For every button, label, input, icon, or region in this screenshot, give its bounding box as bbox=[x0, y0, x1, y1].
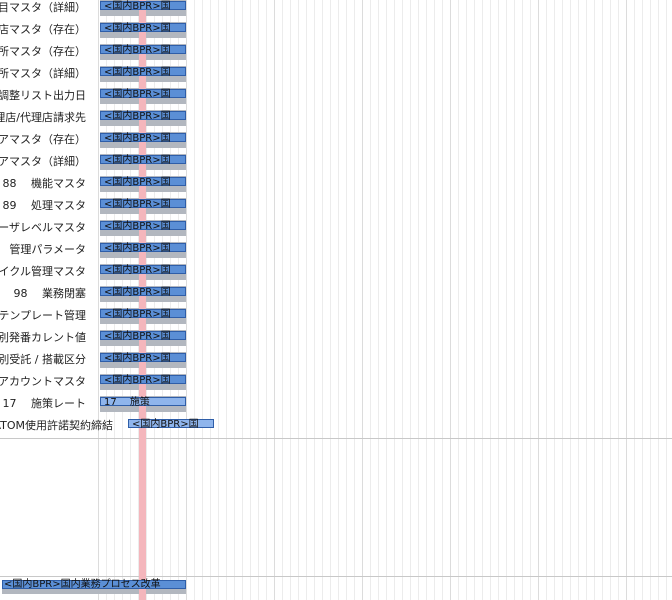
task-name: イクル管理マスタ bbox=[0, 265, 86, 278]
task-name: 調整リスト出力日 bbox=[0, 89, 86, 102]
task-row[interactable]: ATOM使用許諾契約締結 <国内BPR>国 bbox=[0, 415, 672, 437]
task-row[interactable]: アカウントマスタ <国内BPR>国 bbox=[0, 371, 672, 393]
task-row[interactable]: 調整リスト出力日 <国内BPR>国 bbox=[0, 85, 672, 107]
task-row[interactable]: イクル管理マスタ <国内BPR>国 bbox=[0, 261, 672, 283]
task-bar-label: <国内BPR>国 bbox=[104, 177, 171, 188]
task-bar-label: <国内BPR>国 bbox=[104, 89, 171, 100]
task-bar-label: 17 施策 bbox=[104, 397, 150, 408]
task-row[interactable]: 管理パラメータ <国内BPR>国 bbox=[0, 239, 672, 261]
task-row[interactable]: 98 業務閉塞 <国内BPR>国 bbox=[0, 283, 672, 305]
task-row[interactable]: ーザレベルマスタ <国内BPR>国 bbox=[0, 217, 672, 239]
task-name: 別受託 / 搭載区分 bbox=[0, 353, 86, 366]
task-bar-label: <国内BPR>国 bbox=[104, 155, 171, 166]
gantt-chart: 目マスタ（詳細） <国内BPR>国 店マスタ（存在） <国内BPR>国 所マスタ（存在）… bbox=[0, 0, 672, 600]
task-row[interactable]: 別発番カレント値 <国内BPR>国 bbox=[0, 327, 672, 349]
task-bar-label: <国内BPR>国 bbox=[104, 133, 171, 144]
task-name: 所マスタ（詳細） bbox=[0, 67, 86, 80]
task-name: ーザレベルマスタ bbox=[0, 221, 86, 234]
summary-bar-label: <国内BPR>国内業務プロセス改革 bbox=[4, 579, 161, 590]
task-name: 店マスタ（存在） bbox=[0, 23, 86, 36]
task-name: 88 機能マスタ bbox=[2, 177, 87, 190]
task-row[interactable]: 89 処理マスタ <国内BPR>国 bbox=[0, 195, 672, 217]
task-row[interactable]: 目マスタ（詳細） <国内BPR>国 bbox=[0, 0, 672, 19]
task-row[interactable]: 17 施策レート 17 施策 bbox=[0, 393, 672, 415]
task-bar-label: <国内BPR>国 bbox=[104, 309, 171, 320]
task-bar-label: <国内BPR>国 bbox=[104, 111, 171, 122]
task-row[interactable]: 別受託 / 搭載区分 <国内BPR>国 bbox=[0, 349, 672, 371]
task-row[interactable]: 所マスタ（詳細） <国内BPR>国 bbox=[0, 63, 672, 85]
task-row[interactable]: 所マスタ（存在） <国内BPR>国 bbox=[0, 41, 672, 63]
task-name: 理店/代理店請求先 bbox=[0, 111, 86, 124]
task-bar-label: <国内BPR>国 bbox=[104, 23, 171, 34]
task-bar-label: <国内BPR>国 bbox=[104, 67, 171, 78]
task-name: 管理パラメータ bbox=[9, 243, 86, 256]
task-bar-label: <国内BPR>国 bbox=[104, 243, 171, 254]
task-name: 別発番カレント値 bbox=[0, 331, 86, 344]
task-bar-label: <国内BPR>国 bbox=[104, 265, 171, 276]
group-separator bbox=[0, 438, 672, 439]
task-name: アカウントマスタ bbox=[0, 375, 86, 388]
task-bar-label: <国内BPR>国 bbox=[104, 221, 171, 232]
task-bar-label: <国内BPR>国 bbox=[104, 199, 171, 210]
task-row[interactable]: 店マスタ（存在） <国内BPR>国 bbox=[0, 19, 672, 41]
task-row[interactable]: 88 機能マスタ <国内BPR>国 bbox=[0, 173, 672, 195]
task-bar-label: <国内BPR>国 bbox=[104, 353, 171, 364]
task-name: 17 施策レート bbox=[2, 397, 87, 410]
task-bar-label: <国内BPR>国 bbox=[132, 419, 199, 430]
task-name: ATOM使用許諾契約締結 bbox=[0, 419, 113, 432]
task-row[interactable]: テンプレート管理 <国内BPR>国 bbox=[0, 305, 672, 327]
task-bar-label: <国内BPR>国 bbox=[104, 45, 171, 56]
task-name: アマスタ（詳細） bbox=[0, 155, 86, 168]
task-bar-label: <国内BPR>国 bbox=[104, 375, 171, 386]
task-name: 89 処理マスタ bbox=[2, 199, 87, 212]
task-row[interactable]: 理店/代理店請求先 <国内BPR>国 bbox=[0, 107, 672, 129]
task-name: 目マスタ（詳細） bbox=[0, 1, 86, 14]
task-name: テンプレート管理 bbox=[0, 309, 86, 322]
task-row[interactable]: アマスタ（存在） <国内BPR>国 bbox=[0, 129, 672, 151]
task-bar-label: <国内BPR>国 bbox=[104, 331, 171, 342]
task-bar-label: <国内BPR>国 bbox=[104, 287, 171, 298]
task-name: 所マスタ（存在） bbox=[0, 45, 86, 58]
task-row[interactable]: アマスタ（詳細） <国内BPR>国 bbox=[0, 151, 672, 173]
task-name: 98 業務閉塞 bbox=[13, 287, 87, 300]
task-name: アマスタ（存在） bbox=[0, 133, 86, 146]
task-bar-label: <国内BPR>国 bbox=[104, 1, 171, 12]
